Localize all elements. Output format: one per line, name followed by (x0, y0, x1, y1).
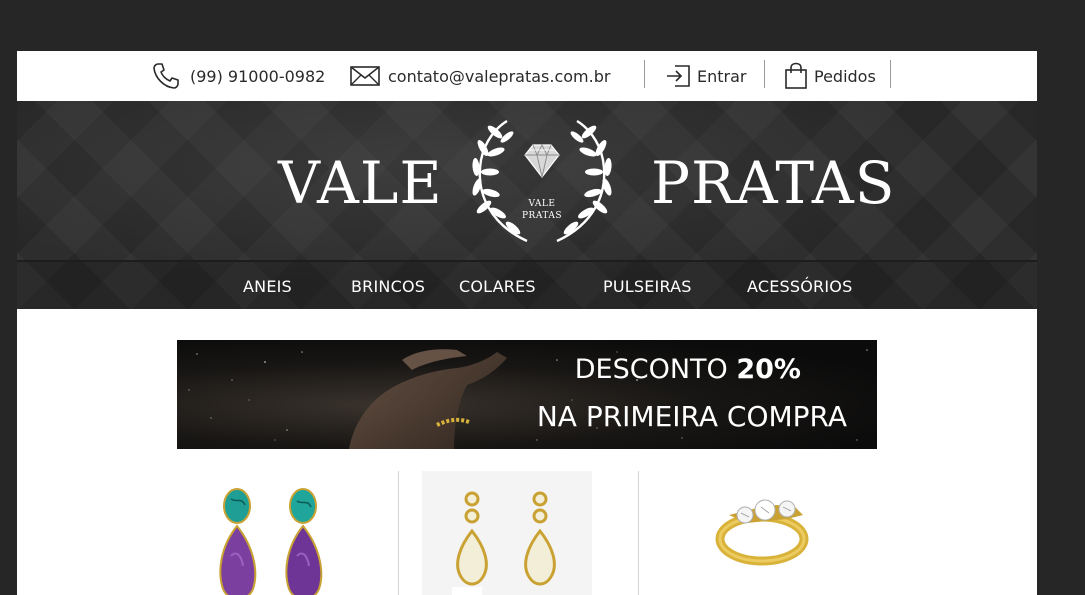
brand-word-right: PRATAS (651, 149, 896, 217)
nav-item-acessorios[interactable]: ACESSÓRIOS (747, 262, 852, 310)
product-card-gold-crystal-earrings[interactable] (422, 471, 592, 595)
separator (764, 60, 765, 88)
product-card-turquoise-amethyst-earrings[interactable] (207, 471, 347, 595)
product-card-gold-diamond-ring[interactable] (707, 471, 817, 595)
main-nav: ANEIS BRINCOS COLARES PULSEIRAS ACESSÓRI… (17, 260, 1037, 309)
phone-icon (151, 61, 181, 91)
product-divider (398, 471, 399, 595)
page: (99) 91000-0982 contato@valepratas.com.b… (17, 51, 1037, 595)
shopping-bag-icon (784, 62, 808, 90)
banner-subline: NA PRIMEIRA COMPRA (536, 400, 847, 433)
logo-text-line1: VALE (528, 199, 556, 209)
brand-logo[interactable]: VALE PRATAS (457, 115, 627, 245)
separator (890, 60, 891, 88)
banner-discount-prefix: DESCONTO (574, 354, 737, 385)
phone-contact[interactable]: (99) 91000-0982 (151, 51, 325, 101)
nav-item-brincos[interactable]: BRINCOS (351, 262, 425, 310)
orders-link[interactable]: Pedidos (784, 51, 876, 101)
banner-discount-value: 20% (736, 354, 801, 385)
product-divider (638, 471, 639, 595)
login-label: Entrar (697, 66, 747, 86)
laurel-diamond-icon (472, 119, 612, 243)
nav-item-colares[interactable]: COLARES (459, 262, 536, 310)
nav-item-aneis[interactable]: ANEIS (243, 262, 292, 310)
turquoise-amethyst-earrings-image (219, 488, 323, 595)
login-link[interactable]: Entrar (665, 51, 746, 101)
top-bar: (99) 91000-0982 contato@valepratas.com.b… (17, 51, 1037, 101)
orders-label: Pedidos (814, 66, 876, 86)
promo-banner[interactable]: DESCONTO 20% NA PRIMEIRA COMPRA (177, 340, 877, 449)
separator (644, 60, 645, 88)
nav-item-pulseiras[interactable]: PULSEIRAS (603, 262, 692, 310)
login-icon (665, 64, 691, 88)
email-address: contato@valepratas.com.br (388, 66, 611, 86)
envelope-icon (350, 65, 380, 87)
gold-diamond-ring-image (715, 499, 809, 566)
banner-headline: DESCONTO 20% (575, 354, 801, 385)
brand-word-left: VALE (278, 149, 443, 217)
phone-number: (99) 91000-0982 (190, 66, 326, 86)
model-arm-image (348, 349, 507, 449)
logo-text-line2: PRATAS (521, 211, 562, 221)
site-header: VALE VALE PRATAS PRATAS ANEIS BRINCOS CO… (17, 101, 1037, 309)
email-contact[interactable]: contato@valepratas.com.br (350, 51, 610, 101)
gold-crystal-earrings-image (452, 491, 556, 595)
